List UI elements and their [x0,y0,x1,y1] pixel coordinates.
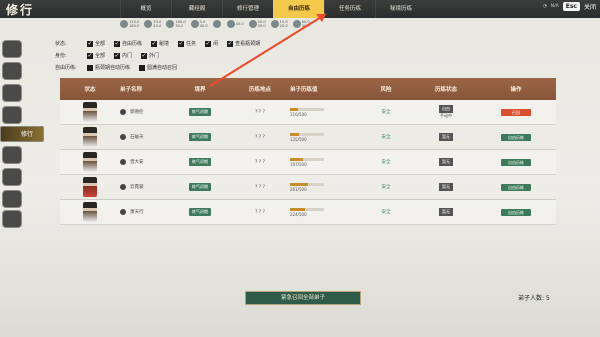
arrow-annotation [209,13,327,87]
arrow-head [316,14,326,22]
arrow-line [209,13,327,87]
